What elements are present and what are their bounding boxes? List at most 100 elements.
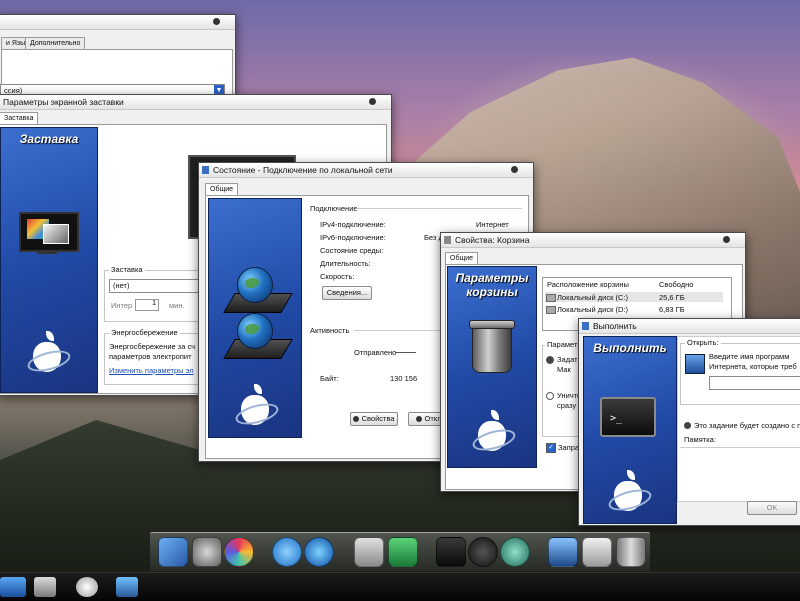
run-description-line: Интернета, которые треб — [709, 362, 797, 371]
dashboard-icon[interactable] — [468, 537, 498, 567]
start-button-icon[interactable] — [0, 577, 26, 597]
power-group: Энергосбережение Энергосбережение за сч … — [104, 328, 202, 385]
tab-general[interactable]: Общие — [205, 183, 239, 195]
screensaver-select[interactable]: (нет) — [109, 279, 204, 293]
terminal-icon: >_ — [600, 397, 656, 437]
globe-icon — [237, 267, 273, 303]
radio-delete-label-line2: сразу — [557, 401, 577, 410]
apple-logo-icon — [25, 328, 73, 378]
close-icon[interactable] — [511, 166, 518, 173]
game-center-icon[interactable] — [224, 537, 254, 567]
group-label: Заставка — [109, 265, 145, 274]
apple-logo-icon — [233, 381, 281, 431]
run-dialog-window: Выполнить Выполнить >_ Открыть: Введите … — [578, 318, 800, 526]
properties-button[interactable]: Свойства — [350, 412, 398, 426]
sidebar-banner: Заставка — [0, 127, 98, 393]
close-icon[interactable] — [723, 236, 730, 243]
title-bar[interactable]: Параметры экранной заставки — [0, 95, 391, 110]
title-bar[interactable]: Состояние - Подключение по локальной сет… — [199, 163, 533, 178]
radio-delete-immediately[interactable] — [546, 392, 554, 400]
list-item[interactable]: Локальный диск (D:) 6,83 ГБ — [545, 304, 723, 314]
tab-screensaver[interactable]: Заставка — [0, 112, 39, 124]
open-group: Открыть: Введите имя программ Интернета,… — [680, 338, 800, 405]
disk-free: 6,83 ГБ — [659, 305, 685, 314]
column-header-location[interactable]: Расположение корзины — [547, 280, 629, 289]
trash-can-icon — [469, 320, 515, 373]
speed-label: Скорость: — [320, 272, 355, 281]
sidebar-banner: Параметры корзины — [447, 266, 537, 468]
column-header-free[interactable]: Свободно — [659, 280, 693, 289]
taskbar-icon-hardware[interactable] — [34, 577, 56, 597]
shield-icon — [353, 416, 360, 423]
ok-button[interactable]: OK — [747, 501, 797, 515]
details-button[interactable]: Сведения... — [322, 286, 372, 300]
shield-icon — [416, 416, 423, 423]
close-icon[interactable] — [369, 98, 376, 105]
network-icon — [202, 166, 209, 174]
radio-custom-size[interactable] — [546, 356, 554, 364]
run-small-icon — [685, 354, 705, 374]
finder-icon[interactable] — [158, 537, 188, 567]
taskbar — [0, 572, 800, 601]
regional-settings-window: и Язык Дополнительно ссия) ▼ — [0, 14, 236, 106]
disk-name: Локальный диск (C:) — [557, 293, 628, 302]
memo-label: Памятка: — [684, 435, 716, 444]
sidebar-banner — [208, 198, 302, 438]
disable-button-label: Откл — [424, 414, 442, 423]
run-icon — [582, 322, 589, 330]
run-description-line: Введите имя программ — [709, 352, 790, 361]
windows-flip-icon[interactable] — [548, 537, 578, 567]
media-player-icon[interactable] — [304, 537, 334, 567]
title-bar[interactable]: Свойства: Корзина — [441, 233, 745, 248]
share-icon[interactable] — [582, 537, 612, 567]
title-bar[interactable]: Выполнить — [579, 319, 800, 334]
alarm-clock-icon[interactable] — [76, 577, 98, 597]
open-label: Открыть: — [685, 338, 721, 347]
time-machine-icon[interactable] — [500, 537, 530, 567]
interval-input[interactable]: 1 — [135, 299, 159, 311]
command-input[interactable] — [709, 376, 800, 390]
disk-icon[interactable] — [354, 537, 384, 567]
bytes-sent-value: 130 156 — [390, 374, 418, 383]
section-connection: Подключение — [310, 204, 358, 213]
shield-icon — [684, 422, 691, 429]
divider — [356, 208, 522, 209]
window-title: Выполнить — [593, 321, 637, 331]
minutes-label: мин. — [169, 301, 185, 310]
tab-advanced[interactable]: Дополнительно — [25, 37, 86, 49]
bytes-label: Байт: — [320, 374, 339, 383]
admin-task-text: Это задание будет создано с п — [694, 421, 800, 430]
taskbar-icon-monitor[interactable] — [116, 577, 138, 597]
globe-icon — [237, 313, 273, 349]
sidebar-title-line: корзины — [466, 285, 518, 299]
monitor-icon — [19, 212, 79, 254]
divider — [396, 352, 416, 353]
sidebar-title-line: Параметры — [455, 271, 529, 285]
group-label: Энергосбережение — [109, 328, 180, 337]
disk-free: 25,6 ГБ — [659, 293, 685, 302]
trash-icon[interactable] — [616, 537, 646, 567]
confirm-delete-checkbox[interactable]: ✓ — [546, 443, 556, 453]
tab-general[interactable]: Общие — [445, 252, 479, 264]
window-title: Состояние - Подключение по локальной сет… — [213, 165, 393, 175]
system-preferences-icon[interactable] — [192, 537, 222, 567]
close-icon[interactable] — [213, 18, 220, 25]
duration-label: Длительность: — [320, 259, 371, 268]
power-settings-link[interactable]: Изменить параметры эл — [109, 366, 194, 375]
network-icon[interactable] — [388, 537, 418, 567]
internet-explorer-icon[interactable] — [272, 537, 302, 567]
max-size-label: Мак — [557, 365, 571, 374]
memo-area[interactable] — [680, 447, 800, 498]
sent-label: Отправлено — [354, 348, 397, 357]
apple-logo-icon — [470, 407, 518, 457]
title-bar[interactable] — [0, 15, 235, 30]
list-item[interactable]: Локальный диск (C:) 25,6 ГБ — [545, 292, 723, 302]
apple-logo-icon — [606, 467, 654, 517]
sidebar-banner: Выполнить >_ — [583, 336, 677, 524]
disk-name: Локальный диск (D:) — [557, 305, 628, 314]
divider — [354, 330, 440, 331]
ipv4-label: IPv4-подключение: — [320, 220, 386, 229]
sidebar-title: Выполнить — [593, 341, 667, 355]
calculator-icon[interactable] — [436, 537, 466, 567]
media-state-label: Состояние среды: — [320, 246, 384, 255]
